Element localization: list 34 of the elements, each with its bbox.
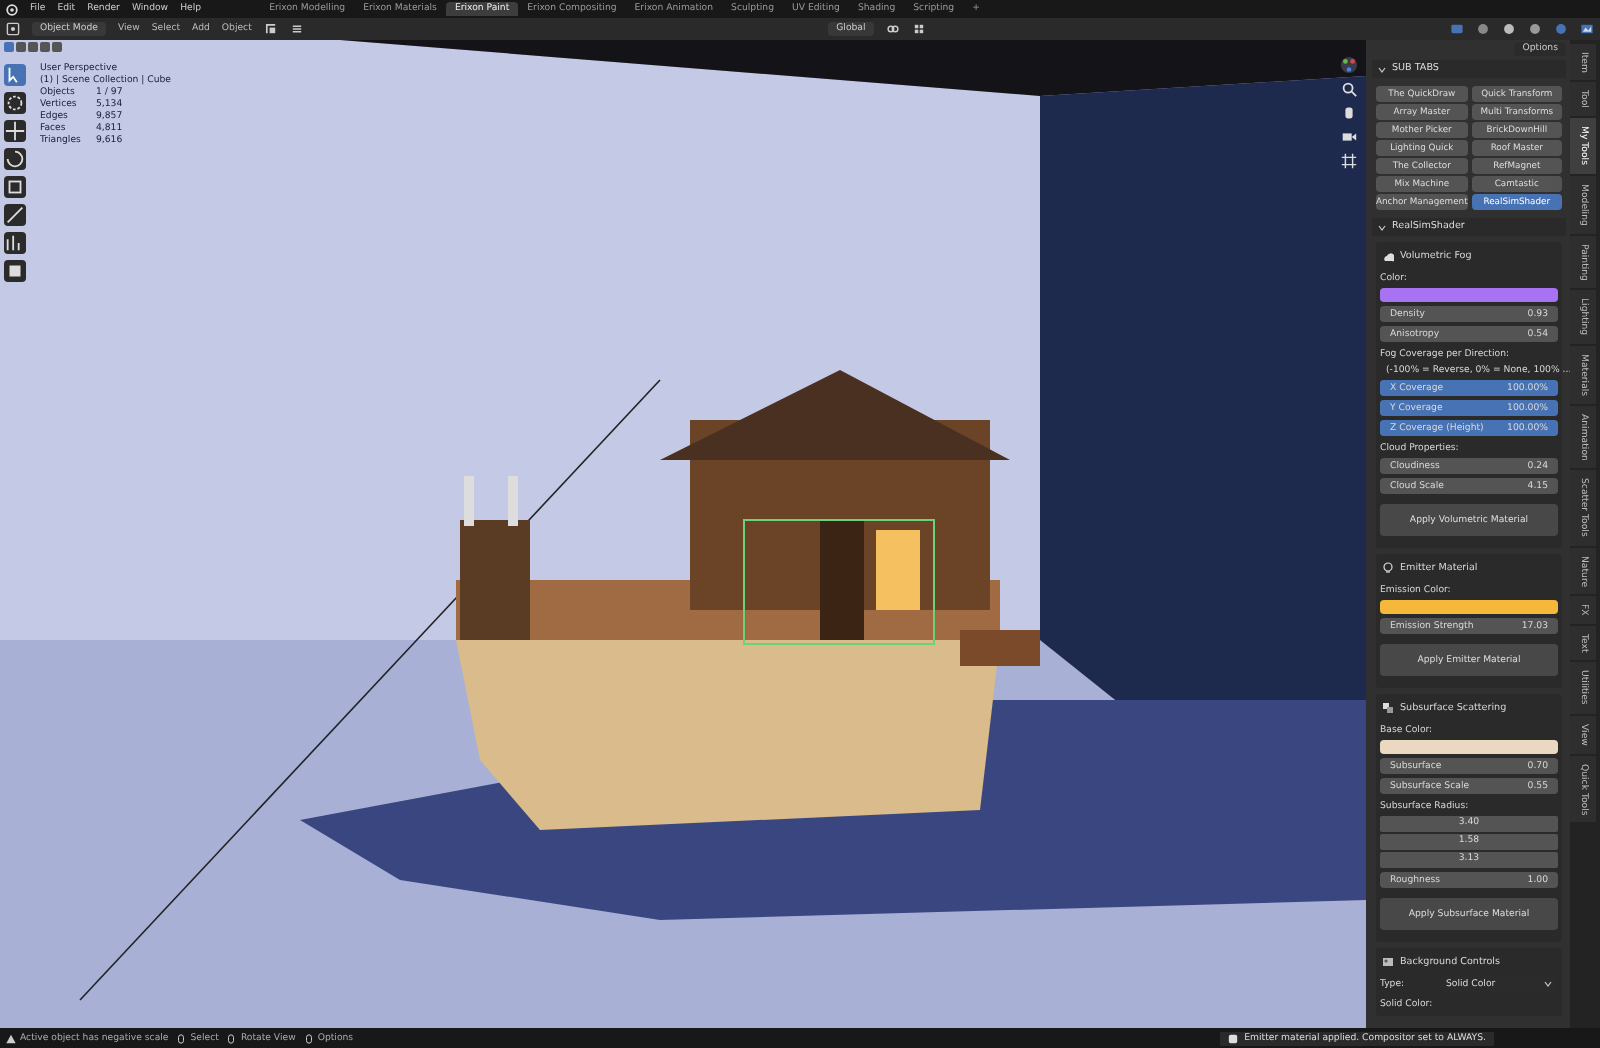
snap-icon[interactable] [263,22,278,36]
cloud-icon [1382,250,1394,262]
chevron-icon[interactable] [1378,223,1386,231]
mouse-icon [176,1033,187,1043]
annotate-icon[interactable] [4,204,26,226]
select-icon[interactable] [4,64,26,86]
scale-icon[interactable] [4,176,26,198]
mouse-icon [226,1033,237,1043]
lightbulb-icon [1382,562,1394,574]
menu-icon[interactable] [289,22,304,36]
grid-icon[interactable] [1340,152,1358,170]
move-icon[interactable] [4,120,26,142]
color-swatch[interactable] [1380,740,1558,754]
chevron-icon [1544,980,1552,988]
grid-icon[interactable] [911,22,926,36]
chevron-icon[interactable] [1378,65,1386,73]
measure-icon[interactable] [4,232,26,254]
logo-icon[interactable] [6,3,18,15]
cursor-icon[interactable] [4,92,26,114]
axis-gizmo-icon[interactable] [1340,56,1358,74]
mouse-icon [303,1033,314,1043]
image-icon[interactable] [1580,22,1595,36]
warning-icon [6,1033,16,1043]
cube-icon[interactable] [4,260,26,282]
color-swatch[interactable] [1380,288,1558,302]
camera-icon[interactable] [1340,128,1358,146]
cubes-icon [1382,702,1394,714]
editor-type-icon[interactable] [6,22,20,36]
color-swatch[interactable] [1380,600,1558,614]
image-icon [1382,956,1394,968]
zoom-icon[interactable] [1340,80,1358,98]
rotate-icon[interactable] [4,148,26,170]
link-icon[interactable] [885,22,900,36]
overlay-icon[interactable] [1450,22,1465,36]
